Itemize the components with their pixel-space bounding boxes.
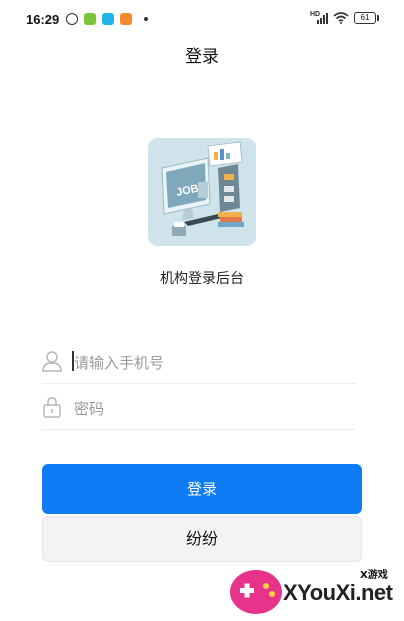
- status-time: 16:29: [26, 12, 60, 27]
- password-input[interactable]: 密码: [42, 386, 356, 430]
- job-illustration-logo: JOB: [148, 138, 256, 246]
- battery-tip: [377, 15, 379, 21]
- secondary-button[interactable]: 纷纷: [42, 516, 362, 562]
- phone-divider: [42, 383, 356, 384]
- battery-icon: 61: [354, 12, 376, 24]
- watermark: X游戏 XYouXi.net: [228, 560, 404, 621]
- wifi-icon: [333, 12, 349, 24]
- page-title: 登录: [185, 47, 219, 67]
- phone-input[interactable]: 请输入手机号: [42, 340, 356, 384]
- signal-icon: [314, 12, 328, 24]
- phone-placeholder: 请输入手机号: [74, 354, 165, 372]
- watermark-brand: XYouXi.net: [283, 580, 393, 605]
- gamepad-logo-icon: [230, 570, 282, 614]
- org-label: 机构登录后台: [160, 271, 244, 287]
- login-button[interactable]: 登录: [42, 464, 362, 514]
- blue-app-icon: [102, 13, 114, 25]
- notification-dot-icon: [144, 17, 148, 21]
- password-divider: [42, 429, 356, 430]
- user-icon: [42, 351, 62, 372]
- job-illustration-icon: JOB: [148, 138, 256, 246]
- green-app-icon: [84, 13, 96, 25]
- alarm-icon: [66, 13, 78, 25]
- watermark-small: X游戏: [360, 570, 388, 581]
- lock-icon: [43, 397, 61, 418]
- status-bar: 16:29 HD 61: [0, 0, 404, 36]
- password-placeholder: 密码: [74, 400, 105, 418]
- orange-app-icon: [120, 13, 132, 25]
